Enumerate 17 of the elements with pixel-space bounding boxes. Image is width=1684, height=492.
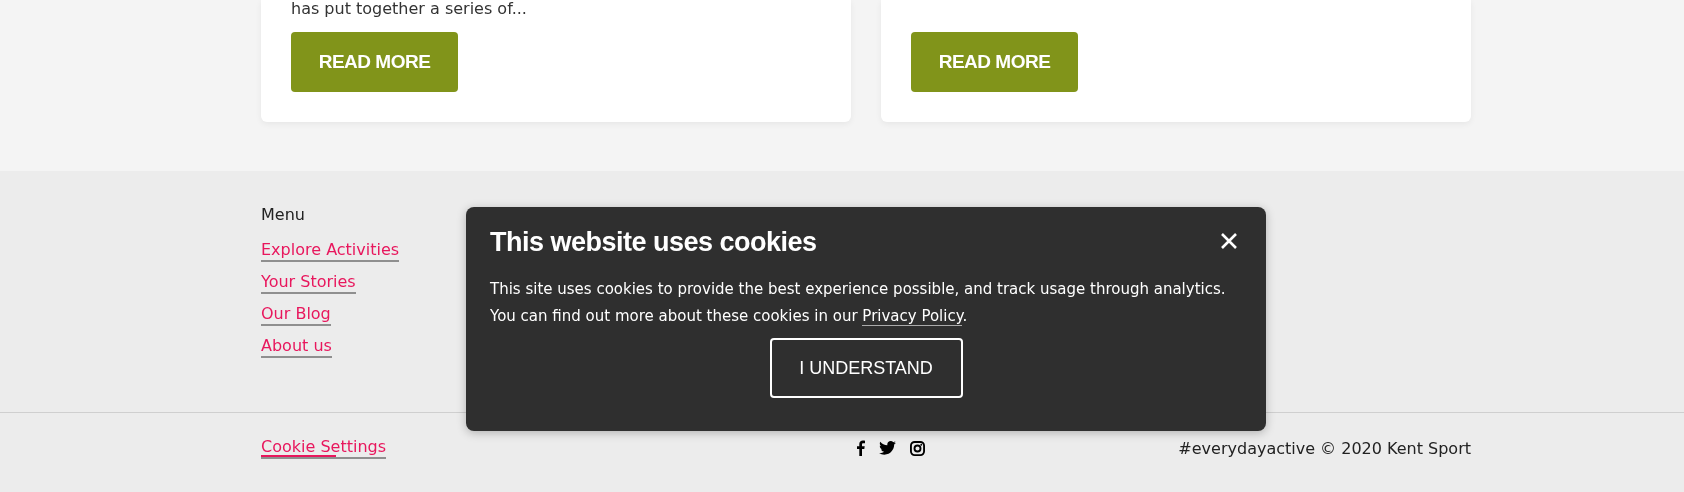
privacy-policy-link[interactable]: Privacy Policy bbox=[862, 307, 963, 326]
instagram-icon[interactable] bbox=[910, 440, 925, 456]
twitter-icon[interactable] bbox=[879, 441, 896, 455]
card-excerpt: has put together a series of... bbox=[291, 0, 528, 17]
read-more-button[interactable]: READ MORE bbox=[911, 32, 1078, 92]
dialog-title: This website uses cookies bbox=[490, 227, 817, 258]
menu-link[interactable]: About us bbox=[261, 336, 332, 358]
read-more-button[interactable]: READ MORE bbox=[291, 32, 458, 92]
cookie-settings-link[interactable]: Cookie Settings bbox=[261, 437, 386, 459]
menu-link[interactable]: Your Stories bbox=[261, 272, 356, 294]
facebook-icon[interactable] bbox=[856, 440, 865, 456]
menu-heading: Menu bbox=[261, 205, 305, 224]
understand-button[interactable]: I UNDERSTAND bbox=[769, 338, 963, 398]
menu-link[interactable]: Explore Activities bbox=[261, 240, 400, 262]
menu-link[interactable]: Our Blog bbox=[261, 304, 331, 326]
copyright-text: #everydayactive © 2020 Kent Sport bbox=[1178, 438, 1471, 458]
dialog-text: This site uses cookies to provide the best experience possible, and track usage through analytics. You can find out more about these cookies in our Privacy Policy. bbox=[490, 279, 1227, 328]
